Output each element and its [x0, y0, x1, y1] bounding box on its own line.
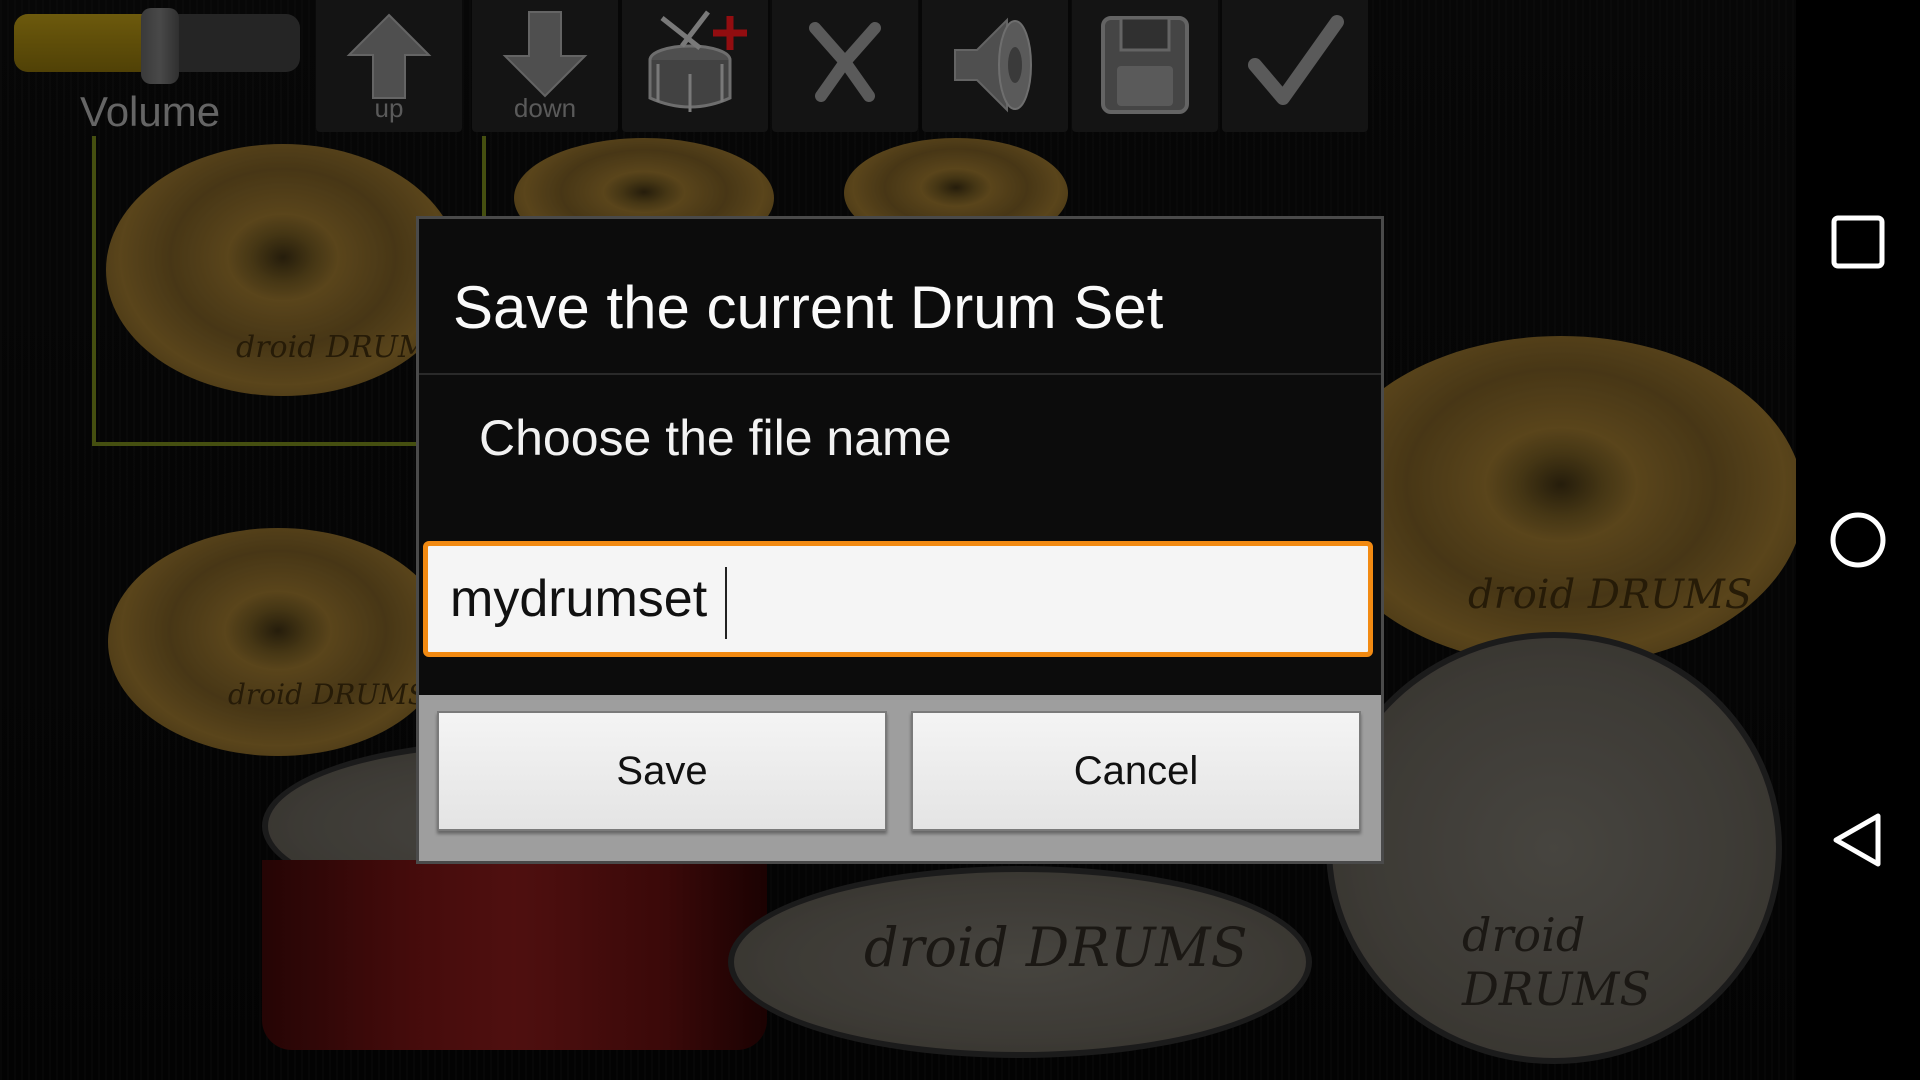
- triangle-back-icon[interactable]: [1822, 804, 1894, 876]
- square-recents-icon[interactable]: [1822, 206, 1894, 278]
- dialog-message: Choose the file name: [479, 410, 952, 466]
- text-caret: [725, 567, 727, 639]
- save-drumset-dialog: Save the current Drum Set Choose the fil…: [416, 216, 1384, 864]
- dialog-button-bar: Save Cancel: [419, 695, 1381, 861]
- circle-home-icon[interactable]: [1822, 504, 1894, 576]
- dialog-title: Save the current Drum Set: [453, 274, 1164, 341]
- dialog-save-button[interactable]: Save: [437, 711, 887, 831]
- dialog-cancel-button[interactable]: Cancel: [911, 711, 1361, 831]
- file-name-input[interactable]: [423, 541, 1373, 657]
- dialog-divider: [419, 373, 1381, 375]
- system-navigation-bar: [1796, 0, 1920, 1080]
